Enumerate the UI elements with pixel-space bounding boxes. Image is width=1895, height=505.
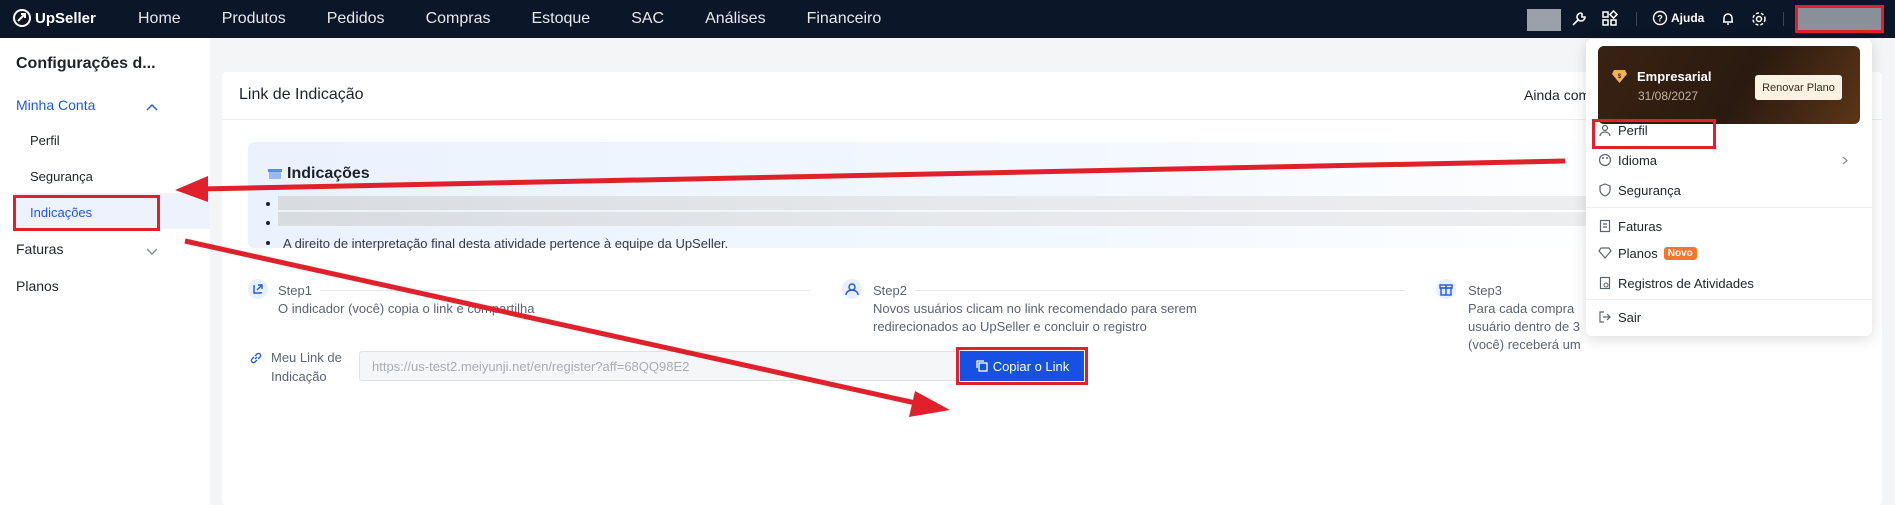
nav-home[interactable]: Home xyxy=(138,0,181,38)
chevron-up-icon[interactable] xyxy=(146,103,158,111)
plan-expiry: 31/08/2027 xyxy=(1638,89,1699,103)
account-menu-trigger[interactable] xyxy=(1795,5,1884,33)
sidebar-title: Configurações d... xyxy=(16,55,156,72)
menu-item-label: Faturas xyxy=(1618,218,1663,234)
diamond-badge-icon: $ xyxy=(1612,70,1627,83)
banner-title: Indicações xyxy=(287,165,370,182)
account-dropdown-menu: $ Empresarial 31/08/2027 Renovar Plano P… xyxy=(1586,39,1872,336)
bullet xyxy=(266,202,270,206)
chevron-right-icon xyxy=(1842,156,1848,165)
annotation-highlight-box xyxy=(1592,119,1716,149)
nav-sac[interactable]: SAC xyxy=(631,0,664,38)
nav-analises[interactable]: Análises xyxy=(705,0,765,38)
step1-desc: O indicador (você) copia o link e compar… xyxy=(278,301,535,316)
menu-divider xyxy=(1586,299,1872,300)
apps-grid-icon[interactable] xyxy=(1601,10,1619,28)
referral-link-label: Meu Link de Indicação xyxy=(271,350,342,384)
main-nav: Home Produtos Pedidos Compras Estoque SA… xyxy=(138,0,922,38)
nav-financeiro[interactable]: Financeiro xyxy=(807,0,882,38)
settings-gear-icon[interactable] xyxy=(1750,10,1768,28)
redacted-text xyxy=(278,196,1638,210)
help-icon: ? xyxy=(1652,10,1668,26)
chevron-down-icon[interactable] xyxy=(146,248,158,256)
menu-item-faturas[interactable]: Faturas xyxy=(1598,213,1860,239)
copy-icon xyxy=(976,360,988,372)
step3-label: Step3 xyxy=(1468,283,1502,298)
palette-icon xyxy=(1598,153,1612,167)
separator xyxy=(1783,12,1784,26)
logout-icon xyxy=(1599,311,1611,323)
brand-logo[interactable]: UpSeller xyxy=(13,9,96,27)
menu-item-seguranca[interactable]: Segurança xyxy=(1598,177,1860,203)
menu-item-sair[interactable]: Sair xyxy=(1598,304,1860,330)
menu-item-idioma[interactable]: Idioma xyxy=(1598,147,1860,173)
step-connector xyxy=(320,290,810,291)
menu-divider xyxy=(1586,207,1872,208)
share-icon xyxy=(248,279,268,299)
plan-card: $ Empresarial 31/08/2027 Renovar Plano xyxy=(1598,46,1860,124)
step1-label: Step1 xyxy=(278,283,312,298)
new-badge: Novo xyxy=(1663,246,1697,260)
nav-produtos[interactable]: Produtos xyxy=(222,0,286,38)
redacted-username xyxy=(1798,8,1881,30)
referral-banner xyxy=(248,142,1648,248)
upseller-logo-icon xyxy=(13,9,31,27)
renew-plan-button[interactable]: Renovar Plano xyxy=(1755,75,1842,100)
diamond-icon xyxy=(1598,247,1612,259)
brand-name: UpSeller xyxy=(35,9,96,27)
redacted-text xyxy=(278,212,1638,226)
disclaimer-text: A direito de interpretação final desta a… xyxy=(283,236,729,251)
help-label: Ajuda xyxy=(1671,11,1705,25)
gift-icon xyxy=(268,169,282,179)
nav-pedidos[interactable]: Pedidos xyxy=(327,0,385,38)
svg-text:?: ? xyxy=(1657,14,1663,24)
menu-item-label: Idioma xyxy=(1618,152,1658,168)
menu-item-label: Registros de Atividades xyxy=(1618,275,1754,291)
sidebar-group-minha-conta[interactable]: Minha Conta xyxy=(16,97,95,113)
sidebar-group-planos[interactable]: Planos xyxy=(16,278,59,294)
log-icon xyxy=(1599,276,1611,290)
referral-link-field[interactable] xyxy=(359,351,959,381)
top-nav-bar: UpSeller Home Produtos Pedidos Compras E… xyxy=(0,0,1895,38)
bullet xyxy=(266,221,270,225)
menu-item-label: Planos xyxy=(1618,245,1658,261)
nav-compras[interactable]: Compras xyxy=(426,0,491,38)
plan-name: Empresarial xyxy=(1637,69,1712,84)
sidebar-item-perfil[interactable]: Perfil xyxy=(30,133,60,148)
menu-item-registros[interactable]: Registros de Atividades xyxy=(1598,270,1860,296)
menu-item-label: Sair xyxy=(1618,309,1642,325)
user-icon xyxy=(842,279,862,299)
step2-label: Step2 xyxy=(873,283,907,298)
menu-item-label: Segurança xyxy=(1618,182,1681,198)
step2-desc: Novos usuários clicam no link recomendad… xyxy=(873,301,1197,334)
help-link[interactable]: ? Ajuda xyxy=(1652,10,1704,26)
bell-icon[interactable] xyxy=(1719,10,1737,28)
annotation-highlight-box xyxy=(13,195,160,231)
nav-estoque[interactable]: Estoque xyxy=(531,0,590,38)
copy-link-button[interactable]: Copiar o Link xyxy=(956,347,1088,385)
bullet xyxy=(266,241,270,245)
step-connector xyxy=(915,290,1405,291)
separator xyxy=(1636,12,1637,26)
menu-item-planos[interactable]: Planos Novo xyxy=(1598,240,1860,266)
copy-link-label: Copiar o Link xyxy=(992,358,1070,374)
shield-icon xyxy=(1599,183,1611,197)
sidebar-group-faturas[interactable]: Faturas xyxy=(16,241,63,257)
settings-sidebar: Configurações d... Minha Conta Perfil Se… xyxy=(0,38,210,505)
gift-icon xyxy=(1436,279,1456,299)
redacted-box[interactable] xyxy=(1527,9,1561,31)
sidebar-item-seguranca[interactable]: Segurança xyxy=(30,169,93,184)
link-icon xyxy=(250,352,262,364)
tools-icon[interactable] xyxy=(1570,10,1588,28)
page-title: Link de Indicação xyxy=(239,86,364,103)
invoice-icon xyxy=(1599,219,1611,233)
header-right-text: Ainda com xyxy=(1524,87,1591,103)
step3-desc: Para cada compra usuário dentro de 3 (vo… xyxy=(1468,301,1581,352)
